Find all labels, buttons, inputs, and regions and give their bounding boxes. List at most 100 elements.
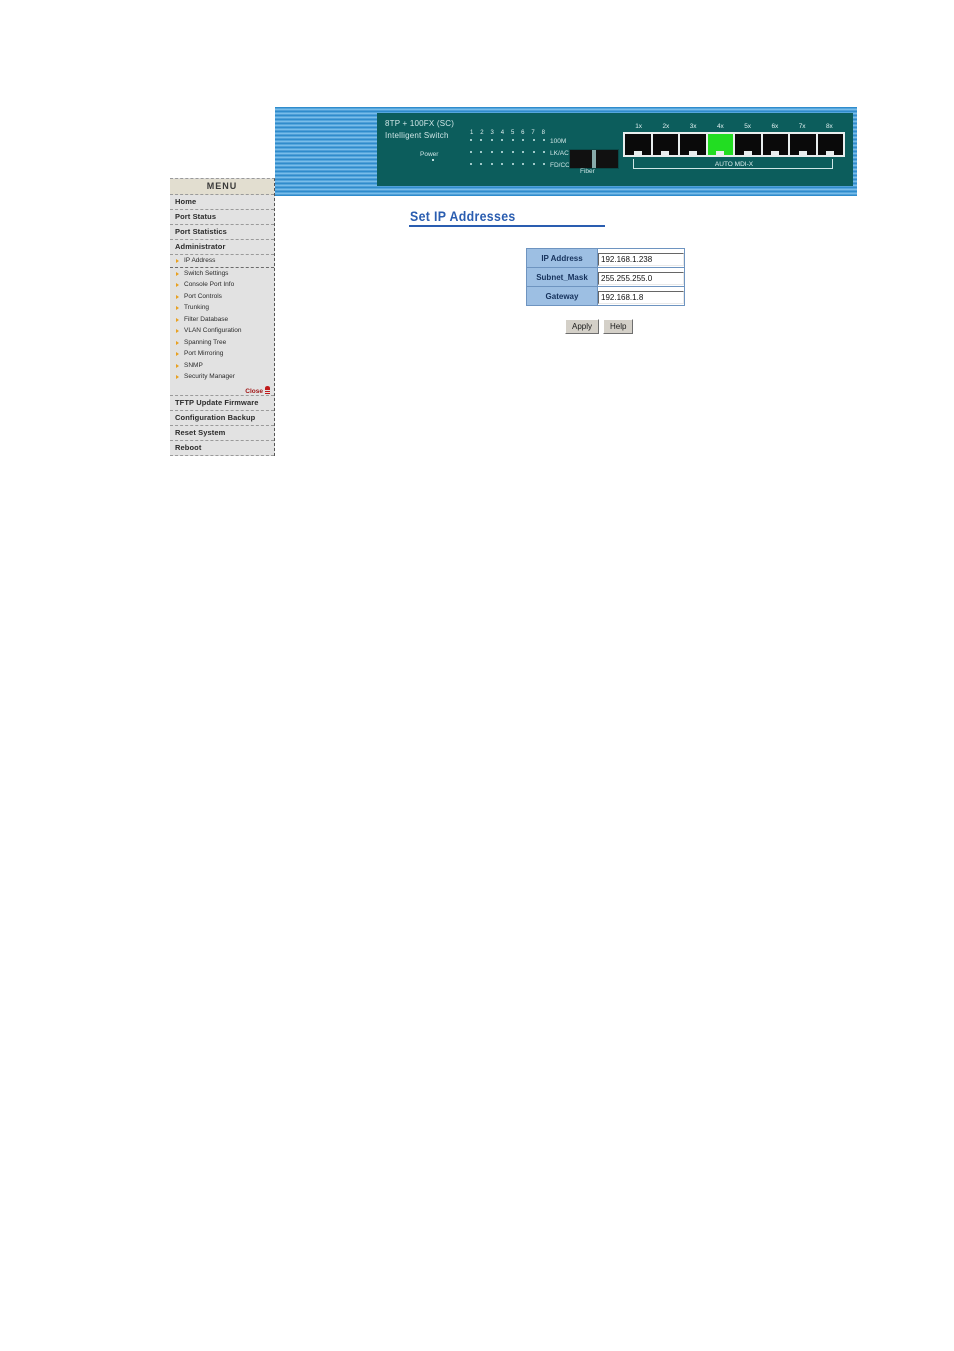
field-cell-gateway: [597, 286, 685, 306]
led-port-number: 8: [541, 130, 545, 136]
status-led: [490, 151, 493, 153]
page-title: Set IP Addresses: [410, 208, 516, 224]
bullet-arrow-icon: [176, 352, 179, 356]
fiber-label: Fiber: [580, 168, 595, 175]
fiber-sc-module: [569, 149, 619, 169]
bullet-arrow-icon: [176, 283, 179, 287]
bullet-arrow-icon: [176, 317, 179, 322]
close-link[interactable]: Close: [245, 388, 263, 395]
bullet-arrow-icon: [176, 340, 179, 345]
sidebar-subitem-label: Spanning Tree: [184, 338, 227, 346]
bullet-arrow-icon: [176, 271, 179, 276]
sidebar-item-reset-system[interactable]: Reset System: [170, 426, 274, 441]
rj45-jack-4x: [707, 134, 733, 155]
sidebar-subitem-security-manager[interactable]: Security Manager: [170, 371, 274, 383]
status-led: [470, 151, 472, 153]
sidebar-subitem-switch-settings[interactable]: Switch Settings: [170, 268, 274, 280]
rj45-jack-7x: [790, 134, 816, 155]
status-led: [501, 163, 504, 165]
sidebar-subitem-label: Filter Database: [184, 315, 229, 323]
power-led: [432, 159, 434, 161]
form-row-subnet-mask: Subnet_Mask: [526, 267, 685, 287]
led-port-number: 2: [480, 130, 484, 136]
page-banner: 8TP + 100FX (SC) Intelligent Switch Powe…: [275, 107, 857, 196]
status-led: [511, 151, 514, 153]
status-led: [501, 139, 504, 141]
sidebar-item-port-statistics[interactable]: Port Statistics: [170, 225, 274, 240]
rj45-jack-2x: [652, 134, 678, 155]
close-door-icon[interactable]: [265, 385, 270, 394]
fiber-module-divider: [592, 150, 596, 168]
led-port-number: 3: [490, 130, 494, 136]
sidebar-subitem-spanning-tree[interactable]: Spanning Tree: [170, 337, 274, 349]
rj45-port-label: 1x: [635, 123, 643, 130]
rj45-port-label-row: 1x 2x 3x 4x 5x 6x 7x 8x: [625, 123, 843, 130]
rj45-jack-6x: [762, 134, 788, 155]
status-led: [542, 151, 545, 153]
form-row-gateway: Gateway: [526, 286, 685, 306]
rj45-port-label: 5x: [744, 123, 752, 130]
status-led: [542, 163, 545, 165]
sidebar-item-administrator[interactable]: Administrator: [170, 240, 274, 255]
status-led: [480, 151, 483, 153]
device-model-label: 8TP + 100FX (SC): [385, 119, 455, 128]
apply-button[interactable]: Apply: [565, 319, 600, 334]
status-led: [532, 163, 535, 165]
sidebar-subitem-snmp[interactable]: SNMP: [170, 360, 274, 372]
status-led: [522, 163, 525, 165]
status-led: [490, 139, 493, 141]
sidebar-item-port-status[interactable]: Port Status: [170, 210, 274, 225]
sidebar-subitem-console-port-info[interactable]: Console Port Info: [170, 279, 274, 291]
close-row: Close: [170, 383, 274, 396]
bullet-arrow-icon: [176, 363, 179, 368]
help-button[interactable]: Help: [603, 319, 634, 334]
led-port-number: 4: [500, 130, 505, 136]
status-led: [511, 139, 514, 141]
sidebar-subitem-vlan-configuration[interactable]: VLAN Configuration: [170, 325, 274, 337]
form-row-ip-address: IP Address: [526, 248, 685, 268]
bullet-arrow-icon: [176, 329, 179, 333]
sidebar-subitem-label: Port Controls: [184, 292, 222, 300]
menu-list: Home Port Status Port Statistics Administra…: [170, 195, 274, 456]
bullet-arrow-icon: [176, 294, 179, 299]
ip-address-input[interactable]: [598, 253, 684, 266]
sidebar-subitem-label: SNMP: [184, 361, 203, 369]
sidebar-item-reboot[interactable]: Reboot: [170, 441, 274, 456]
auto-mdix-label: AUTO MDI-X: [711, 161, 757, 168]
rj45-port-group: 1x 2x 3x 4x 5x 6x 7x 8x AUTO MDI-X: [623, 123, 845, 183]
label-subnet-mask: Subnet_Mask: [526, 267, 598, 287]
status-led: [470, 163, 472, 165]
ip-settings-table: IP AddressSubnet_MaskGateway: [526, 248, 685, 306]
rj45-port-label: 3x: [689, 123, 697, 130]
subnet-mask-input[interactable]: [598, 272, 684, 285]
sidebar-subitem-port-controls[interactable]: Port Controls: [170, 291, 274, 303]
rj45-port-label: 2x: [662, 123, 670, 130]
field-cell-ip-address: [597, 248, 685, 268]
menu-header: MENU: [170, 179, 274, 195]
sidebar-subitem-filter-database[interactable]: Filter Database: [170, 314, 274, 326]
sidebar-item-configuration-backup[interactable]: Configuration Backup: [170, 411, 274, 426]
rj45-jack-1x: [625, 134, 651, 155]
navigation-sidebar: MENU Home Port Status Port Statistics Admin…: [170, 178, 275, 456]
bullet-arrow-icon: [176, 375, 179, 379]
sidebar-item-home[interactable]: Home: [170, 195, 274, 210]
sidebar-subitem-ip-address[interactable]: IP Address: [170, 255, 274, 268]
status-led: [480, 139, 483, 141]
rj45-jack-5x: [735, 134, 761, 155]
led-row-100m: [470, 139, 545, 141]
led-port-number: 6: [521, 130, 525, 136]
sidebar-subitem-trunking[interactable]: Trunking: [170, 302, 274, 314]
status-led: [501, 151, 504, 153]
sidebar-subitem-label: VLAN Configuration: [184, 327, 242, 334]
led-port-number: 1: [470, 130, 474, 136]
sidebar-item-tftp-update-firmware[interactable]: TFTP Update Firmware: [170, 396, 274, 411]
sidebar-subitem-label: IP Address: [184, 257, 216, 264]
rj45-jack-row: [623, 132, 845, 157]
rj45-port-label: 7x: [798, 123, 806, 130]
gateway-input[interactable]: [598, 291, 684, 304]
status-led: [511, 163, 514, 165]
rj45-jack-8x: [817, 134, 843, 155]
rj45-port-label: 4x: [716, 123, 724, 130]
label-ip-address: IP Address: [526, 248, 598, 268]
sidebar-subitem-port-mirroring[interactable]: Port Mirroring: [170, 348, 274, 360]
